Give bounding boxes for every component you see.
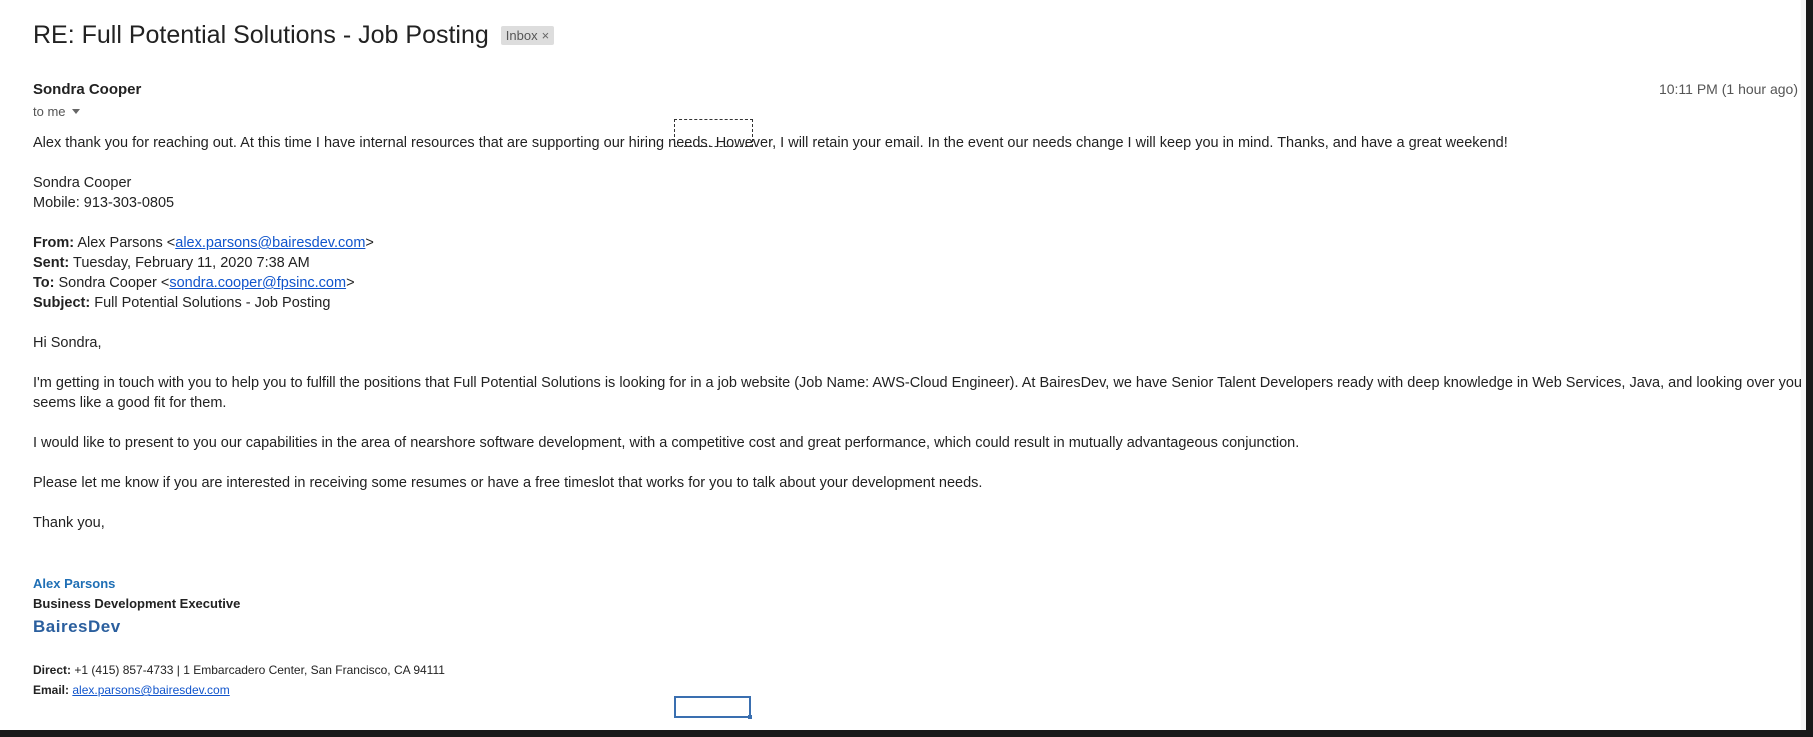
from-label: From: (33, 235, 75, 251)
quoted-to: To: Sondra Cooper <sondra.cooper@fpsinc.… (33, 273, 1803, 293)
chevron-down-icon[interactable] (71, 109, 80, 114)
direct-value: +1 (415) 857-4733 | 1 Embarcadero Center… (71, 663, 445, 677)
email-body: Alex thank you for reaching out. At this… (33, 133, 1803, 700)
inbox-label-text: Inbox (505, 27, 538, 43)
greeting: Hi Sondra, (33, 335, 102, 351)
sent-value: Tuesday, February 11, 2020 7:38 AM (69, 255, 310, 271)
reply-signature-mobile: Mobile: 913-303-0805 (33, 195, 175, 211)
quoted-header: From: Alex Parsons <alex.parsons@bairesd… (33, 233, 1803, 313)
quoted-from: From: Alex Parsons <alex.parsons@bairesd… (33, 233, 1803, 253)
signature-direct: Direct: +1 (415) 857-4733 | 1 Embarcader… (33, 660, 1803, 680)
from-email-link[interactable]: alex.parsons@bairesdev.com (175, 235, 365, 251)
reply-text: Alex thank you for reaching out. At this… (33, 135, 1508, 151)
to-name: Sondra Cooper < (54, 275, 170, 291)
direct-label: Direct: (33, 663, 72, 677)
paragraph-3: Please let me know if you are interested… (33, 475, 983, 491)
email-timestamp: 10:11 PM (1 hour ago) (1658, 81, 1798, 97)
window-bottom-edge (0, 730, 1813, 737)
signature-company-logo: BairesDev (33, 617, 121, 636)
remove-label-icon[interactable]: × (542, 28, 550, 43)
recipient-details-toggle[interactable]: to me (33, 104, 80, 119)
inbox-label-chip[interactable]: Inbox × (500, 25, 555, 45)
closing: Thank you, (33, 515, 105, 531)
to-label: To: (33, 275, 55, 291)
subject-header: RE: Full Potential Solutions - Job Posti… (33, 20, 555, 50)
paragraph-1-continued: seems like a good fit for them. (33, 395, 227, 411)
subject-value: Full Potential Solutions - Job Posting (90, 295, 331, 311)
recipient-text: to me (33, 104, 66, 119)
selection-handle-box[interactable] (674, 696, 752, 719)
paragraph-2: I would like to present to you our capab… (33, 435, 1300, 451)
email-subject: RE: Full Potential Solutions - Job Posti… (33, 20, 489, 49)
from-close: > (365, 235, 374, 251)
reply-signature-name: Sondra Cooper (33, 175, 132, 191)
to-email-link[interactable]: sondra.cooper@fpsinc.com (169, 275, 346, 291)
signature-name: Alex Parsons (33, 576, 116, 591)
quoted-sent: Sent: Tuesday, February 11, 2020 7:38 AM (33, 253, 1803, 273)
window-edge (1806, 0, 1813, 737)
paragraph-1: I'm getting in touch with you to help yo… (33, 375, 1803, 391)
email-label: Email: (33, 683, 70, 697)
sender-name[interactable]: Sondra Cooper (33, 81, 141, 98)
subject-label: Subject: (33, 295, 91, 311)
email-view: RE: Full Potential Solutions - Job Posti… (0, 0, 1813, 737)
sent-label: Sent: (33, 255, 70, 271)
signature-block: Alex Parsons Business Development Execut… (33, 574, 1803, 700)
from-name: Alex Parsons < (74, 235, 176, 251)
signature-email: Email: alex.parsons@bairesdev.com (33, 680, 1803, 700)
to-close: > (346, 275, 355, 291)
signature-title: Business Development Executive (33, 596, 241, 611)
quoted-subject: Subject: Full Potential Solutions - Job … (33, 293, 1803, 313)
signature-email-link[interactable]: alex.parsons@bairesdev.com (72, 683, 229, 697)
